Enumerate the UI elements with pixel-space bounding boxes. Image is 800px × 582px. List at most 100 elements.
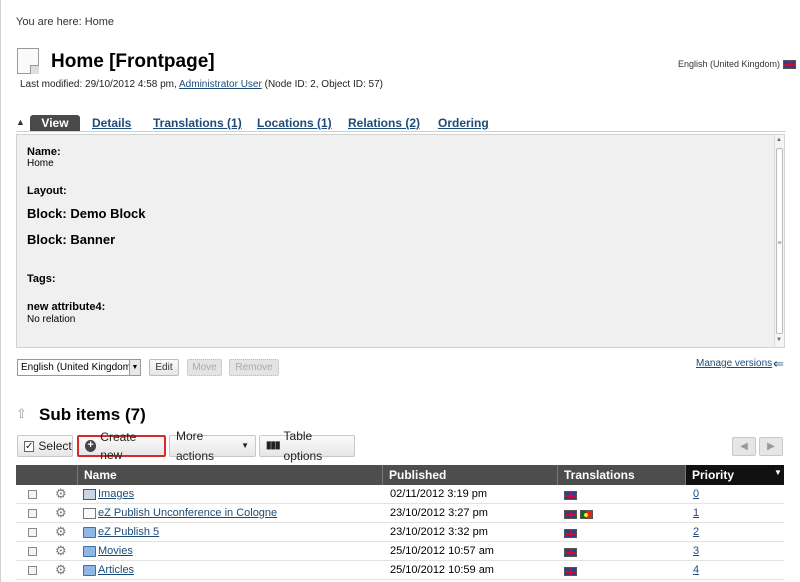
attribute-value: No relation [27, 314, 76, 325]
block-demo: Block: Demo Block [27, 206, 146, 221]
create-new-button[interactable]: + Create new [77, 430, 166, 462]
scroll-grip-icon: ≡ [777, 240, 782, 247]
create-new-label: Create new [100, 430, 137, 462]
item-published: 23/10/2012 3:27 pm [390, 507, 488, 519]
uk-flag-icon [564, 547, 577, 557]
last-modified-info: Last modified: 29/10/2012 4:58 pm, Admin… [20, 79, 383, 90]
language-select-value: English (United Kingdom) [21, 362, 135, 373]
more-actions-button[interactable]: More actions ▼ [169, 429, 256, 463]
gear-icon[interactable]: ⚙ [55, 524, 67, 540]
scroll-down-icon[interactable]: ▼ [776, 337, 782, 343]
remove-button[interactable]: Remove [229, 359, 279, 376]
select-button[interactable]: ✓ Select [17, 435, 73, 457]
plus-icon: + [85, 440, 97, 452]
scroll-up-icon[interactable]: ▲ [776, 137, 782, 143]
folder-icon [83, 565, 96, 576]
item-link[interactable]: eZ Publish Unconference in Cologne [98, 507, 277, 519]
tab-details[interactable]: Details [92, 116, 131, 130]
gear-icon[interactable]: ⚙ [55, 505, 67, 521]
document-icon [83, 508, 96, 519]
meta-prefix: Last modified: 29/10/2012 4:58 pm, [20, 79, 177, 90]
versions-icon[interactable]: ⇐ [773, 356, 784, 372]
tab-view[interactable]: View [30, 115, 80, 131]
gear-icon[interactable]: ⚙ [55, 562, 67, 578]
uk-flag-icon [783, 59, 797, 69]
folder-icon [83, 546, 96, 557]
item-translations [564, 527, 580, 539]
row-checkbox[interactable] [28, 547, 37, 556]
tab-relations[interactable]: Relations (2) [348, 116, 420, 130]
block-banner: Block: Banner [27, 232, 116, 247]
row-checkbox[interactable] [28, 528, 37, 537]
sort-down-icon[interactable]: ▼ [774, 468, 782, 477]
item-link[interactable]: eZ Publish 5 [98, 526, 159, 538]
tabs-divider [16, 131, 786, 132]
item-published: 25/10/2012 10:57 am [390, 545, 494, 557]
uk-flag-icon [564, 490, 577, 500]
tags-label: Tags: [27, 273, 56, 285]
item-published: 02/11/2012 3:19 pm [390, 488, 488, 500]
name-value: Home [27, 158, 54, 169]
item-link[interactable]: Images [98, 488, 134, 500]
collapse-tabs-icon[interactable]: ▲ [16, 117, 25, 127]
uk-flag-icon [564, 528, 577, 538]
item-translations [564, 546, 580, 558]
previous-page-button[interactable]: ◀ [732, 437, 756, 456]
name-label: Name: [27, 146, 61, 158]
page-title: Home [Frontpage] [51, 51, 215, 72]
language-select[interactable]: English (United Kingdom) ▼ [17, 359, 141, 376]
tab-locations[interactable]: Locations (1) [257, 116, 332, 130]
item-published: 25/10/2012 10:59 am [390, 564, 494, 576]
item-name: Articles [98, 564, 134, 576]
image-icon [83, 489, 96, 500]
item-name: Images [98, 488, 134, 500]
current-language-label: English (United Kingdom) [678, 59, 781, 69]
chevron-down-icon: ▼ [129, 360, 140, 375]
page-icon [17, 48, 39, 74]
item-published: 23/10/2012 3:32 pm [390, 526, 488, 538]
item-name: Movies [98, 545, 133, 557]
move-button[interactable]: Move [187, 359, 222, 376]
next-page-button[interactable]: ▶ [759, 437, 783, 456]
item-priority[interactable]: 2 [693, 526, 699, 538]
item-translations [564, 565, 580, 577]
gear-icon[interactable]: ⚙ [55, 486, 67, 502]
sub-items-title: Sub items (7) [39, 405, 146, 424]
item-priority[interactable]: 0 [693, 488, 699, 500]
item-name: eZ Publish 5 [98, 526, 159, 538]
columns-icon: ▮▮▮ [266, 440, 280, 451]
more-actions-label: More actions [176, 429, 215, 463]
folder-icon [83, 527, 96, 538]
column-name[interactable]: Name [77, 465, 382, 485]
attribute-label: new attribute4: [27, 301, 106, 313]
author-link[interactable]: Administrator User [179, 79, 262, 90]
edit-button[interactable]: Edit [149, 359, 179, 376]
item-translations [564, 489, 580, 501]
item-link[interactable]: Movies [98, 545, 133, 557]
row-checkbox[interactable] [28, 566, 37, 575]
item-priority[interactable]: 3 [693, 545, 699, 557]
current-language: English (United Kingdom) [678, 59, 797, 69]
tab-ordering[interactable]: Ordering [438, 116, 489, 130]
manage-versions-link[interactable]: Manage versions [696, 358, 772, 369]
item-priority[interactable]: 1 [693, 507, 699, 519]
gear-icon[interactable]: ⚙ [55, 543, 67, 559]
column-priority[interactable]: Priority [685, 465, 784, 485]
uk-flag-icon [564, 566, 577, 576]
table-options-label: Table options [283, 429, 323, 463]
column-translations[interactable]: Translations [557, 465, 685, 485]
column-published[interactable]: Published [382, 465, 557, 485]
item-name: eZ Publish Unconference in Cologne [98, 507, 277, 519]
chevron-down-icon: ▼ [241, 441, 249, 450]
item-link[interactable]: Articles [98, 564, 134, 576]
table-options-button[interactable]: ▮▮▮ Table options [259, 429, 355, 463]
tab-translations[interactable]: Translations (1) [153, 116, 242, 130]
item-priority[interactable]: 4 [693, 564, 699, 576]
uk-flag-icon [564, 509, 577, 519]
up-arrow-icon[interactable]: ⇧ [16, 406, 27, 422]
row-checkbox[interactable] [28, 509, 37, 518]
layout-label: Layout: [27, 185, 67, 197]
checkbox-icon: ✓ [24, 440, 35, 452]
row-checkbox[interactable] [28, 490, 37, 499]
portugal-flag-icon [580, 509, 593, 519]
